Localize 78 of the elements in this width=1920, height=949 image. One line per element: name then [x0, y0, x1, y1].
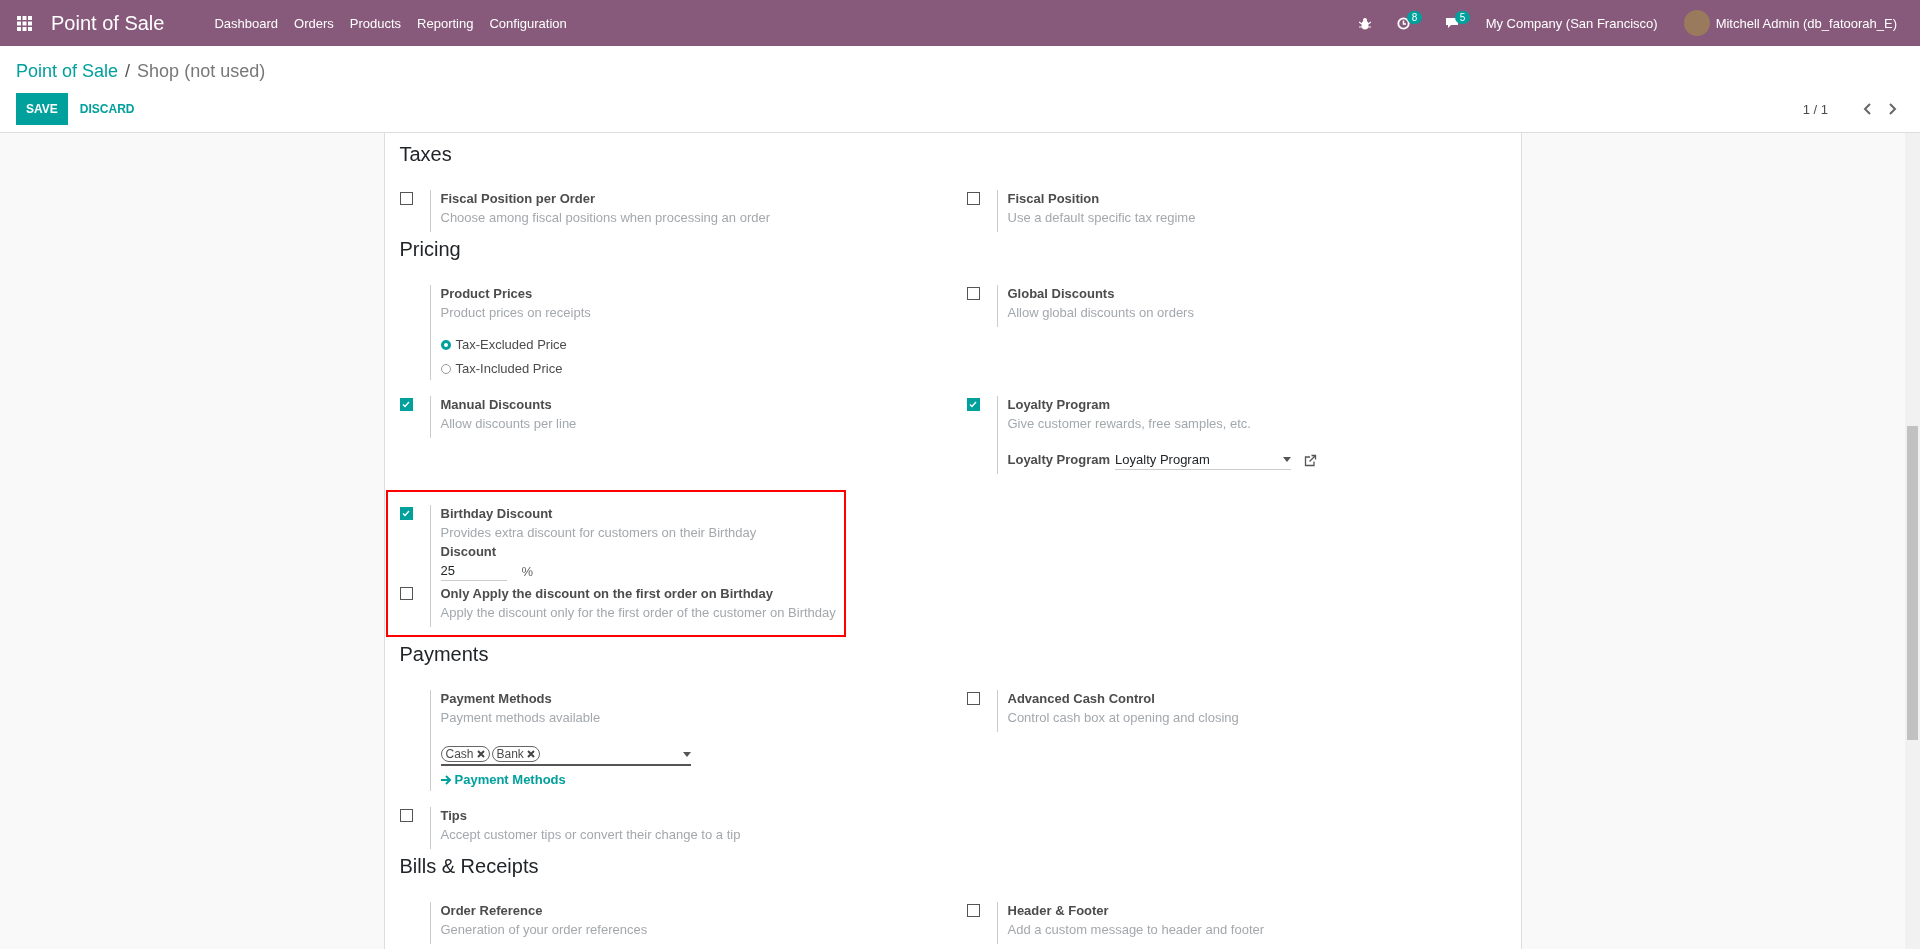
setting-label: Loyalty Program [1007, 396, 1112, 414]
setting-label: Payment Methods [440, 690, 553, 708]
clock-icon[interactable] [1396, 16, 1410, 30]
checkbox[interactable] [399, 809, 413, 822]
section-heading: Pricing [399, 238, 462, 261]
next-icon[interactable] [1887, 103, 1897, 115]
setting-label: Header & Footer [1007, 902, 1110, 920]
checkbox[interactable] [966, 192, 980, 205]
setting-label: Birthday Discount [440, 505, 554, 523]
unit-label: % [521, 563, 534, 579]
menu-item[interactable]: Reporting [409, 15, 482, 31]
pager-counter: 1 / 1 [1802, 101, 1828, 117]
setting-label: Only Apply the discount on the first order on Birthday [440, 585, 774, 603]
previous-icon[interactable] [1863, 103, 1873, 115]
discard-button[interactable]: DISCARD [69, 93, 145, 125]
menu-item[interactable]: Orders [286, 15, 342, 31]
setting-label: Manual Discounts [440, 396, 553, 414]
breadcrumb-item[interactable]: Point of Sale [16, 61, 119, 82]
checkbox[interactable] [966, 692, 980, 705]
setting-description: Give customer rewards, free samples, etc. [1007, 415, 1252, 433]
setting-description: Accept customer tips or convert their change to a tip [440, 826, 741, 844]
company-switcher[interactable]: My Company (San Francisco) [1485, 15, 1658, 31]
caret-icon [1283, 457, 1292, 462]
setting-label: Tips [440, 807, 468, 825]
chat-icon[interactable] [1444, 17, 1459, 29]
setting-label: Advanced Cash Control [1007, 690, 1156, 708]
setting-description: Choose among fiscal positions when processing an order [440, 209, 771, 227]
setting-description: Provides extra discount for customers on their Birthday [440, 524, 758, 542]
tags-field[interactable]: Cash Bank [440, 744, 691, 766]
field-label: Discount [440, 543, 498, 561]
setting-description: Payment methods available [440, 709, 602, 727]
message-count-badge: 5 [1454, 11, 1471, 24]
user-menu[interactable]: Mitchell Admin (db_fatoorah_E) [1715, 15, 1897, 31]
setting-description: Add a custom message to header and footer [1007, 921, 1265, 939]
section-heading: Payments [399, 643, 490, 666]
setting-label: Fiscal Position per Order [440, 190, 597, 208]
menu-item[interactable]: Products [341, 15, 410, 31]
caret-icon [682, 751, 691, 757]
apps-grid-icon[interactable] [17, 15, 32, 31]
input-field[interactable]: 25 [440, 561, 507, 581]
radio-option[interactable]: Tax-Excluded Price [440, 337, 591, 352]
setting-label: Product Prices [440, 285, 534, 303]
save-button[interactable]: SAVE [16, 93, 68, 125]
app-title[interactable]: Point of Sale [51, 11, 165, 35]
setting-description: Allow global discounts on orders [1007, 304, 1194, 322]
setting-label: Global Discounts [1007, 285, 1116, 303]
arrow-icon [440, 774, 452, 785]
setting-label: Order Reference [440, 902, 544, 920]
section-heading: Bills & Receipts [399, 855, 540, 878]
bug-icon[interactable] [1358, 16, 1371, 30]
breadcrumb-item: Shop (not used) [137, 61, 266, 82]
checkbox[interactable] [966, 287, 980, 300]
setting-description: Allow discounts per line [440, 415, 577, 433]
setting-description: Generation of your order references [440, 921, 648, 939]
setting-description: Use a default specific tax regime [1007, 209, 1196, 227]
checkbox[interactable] [399, 398, 413, 411]
setting-description: Apply the discount only for the first order of the customer on Birthday [440, 604, 836, 622]
radio-button[interactable] [440, 339, 451, 350]
external-link-icon[interactable] [1304, 453, 1318, 467]
checkbox[interactable] [966, 398, 980, 411]
section-heading: Taxes [399, 143, 453, 166]
setting-description: Control cash box at opening and closing [1007, 709, 1239, 727]
field-label: Loyalty Program [1007, 451, 1111, 469]
radio-option[interactable]: Tax-Included Price [440, 361, 591, 376]
activity-count-badge: 8 [1406, 10, 1423, 24]
menu-item[interactable]: Configuration [481, 15, 575, 31]
checkbox[interactable] [399, 507, 413, 520]
payment-methods-link[interactable]: Payment Methods [440, 772, 691, 787]
remove-icon[interactable] [476, 750, 485, 758]
checkbox[interactable] [399, 587, 413, 600]
breadcrumb-separator: / [125, 61, 131, 82]
setting-description: Product prices on receipts [440, 304, 591, 322]
checkbox[interactable] [966, 904, 980, 917]
remove-icon[interactable] [526, 750, 535, 758]
checkbox[interactable] [399, 192, 413, 205]
select-field[interactable]: Loyalty Program [1115, 450, 1292, 470]
setting-label: Fiscal Position [1007, 190, 1101, 208]
menu-item[interactable]: Dashboard [206, 15, 287, 31]
